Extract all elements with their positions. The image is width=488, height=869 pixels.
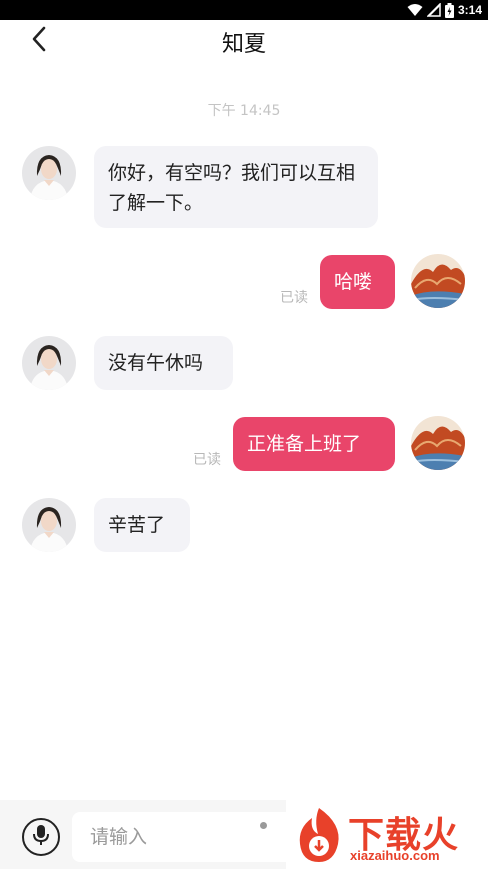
message-text: 哈喽: [334, 271, 373, 293]
message-bubble-incoming[interactable]: 没有午休吗: [94, 336, 233, 390]
chat-timestamp: 下午 14:45: [207, 103, 281, 119]
message-text: 辛苦了: [108, 514, 166, 536]
read-status: 已读: [280, 290, 308, 306]
wifi-icon: [407, 3, 423, 17]
watermark: 下载火 xiazaihuo.com: [286, 800, 488, 869]
my-avatar[interactable]: [411, 416, 465, 470]
status-time: 3:14: [457, 3, 482, 17]
message-text: 你好，有空吗？我们可以互相了解一下。: [108, 162, 356, 214]
my-avatar[interactable]: [411, 254, 465, 308]
message-bubble-incoming[interactable]: 你好，有空吗？我们可以互相了解一下。: [94, 146, 378, 228]
battery-icon: [444, 2, 454, 18]
watermark-subtext: xiazaihuo.com: [350, 848, 440, 863]
contact-avatar[interactable]: [22, 498, 76, 552]
message-text: 没有午休吗: [108, 352, 204, 374]
message-bubble-incoming[interactable]: 辛苦了: [94, 498, 190, 552]
message-bubble-outgoing[interactable]: 哈喽: [320, 255, 395, 309]
contact-avatar[interactable]: [22, 336, 76, 390]
message-bubble-outgoing[interactable]: 正准备上班了: [233, 417, 395, 471]
signal-icon: [426, 3, 441, 17]
status-icons: 3:14: [407, 2, 482, 18]
contact-avatar[interactable]: [22, 146, 76, 200]
voice-button[interactable]: [22, 818, 60, 856]
status-bar: 3:14: [0, 0, 488, 20]
microphone-icon: [32, 824, 50, 850]
nav-bar: 知夏: [0, 20, 488, 60]
watermark-logo: [292, 804, 346, 868]
page-title: 知夏: [221, 32, 266, 57]
read-status: 已读: [193, 452, 221, 468]
input-indicator-dot: [260, 822, 267, 829]
message-text: 正准备上班了: [247, 433, 362, 455]
